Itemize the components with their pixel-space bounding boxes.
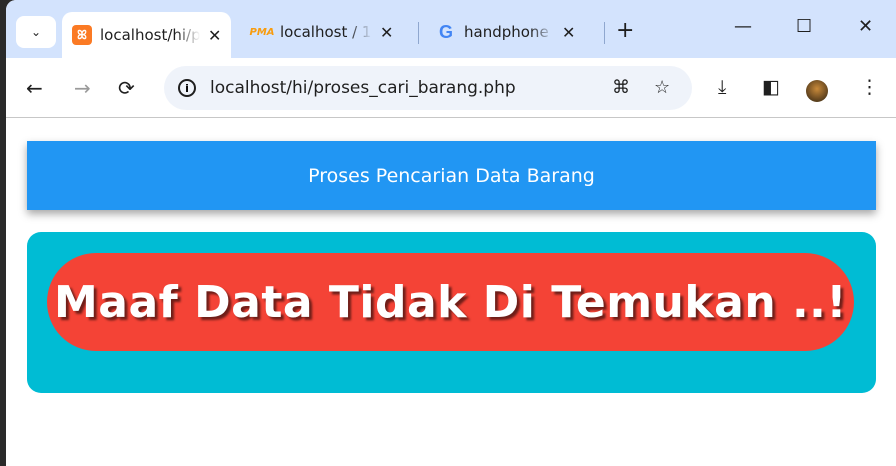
chevron-down-icon: ⌄ bbox=[30, 25, 42, 39]
close-tab-icon[interactable]: ✕ bbox=[562, 23, 575, 42]
bookmark-star-icon[interactable]: ☆ bbox=[654, 77, 670, 98]
forward-arrow-icon[interactable]: → bbox=[74, 76, 91, 100]
maximize-icon[interactable]: ☐ bbox=[796, 16, 812, 37]
tab-proses-cari-barang[interactable]: ꕤ localhost/hi/proses_cari_barang.php ✕ bbox=[62, 12, 232, 58]
minimize-icon[interactable]: — bbox=[734, 16, 752, 37]
close-tab-icon[interactable]: ✕ bbox=[208, 26, 221, 45]
tab-localhost-phpmyadmin[interactable]: PMA localhost / 127.0.0.1 ✕ bbox=[242, 12, 403, 52]
new-tab-icon[interactable]: + bbox=[616, 18, 634, 43]
tab-handphone-google[interactable]: G handphone - Google ✕ bbox=[426, 12, 585, 52]
back-arrow-icon[interactable]: ← bbox=[26, 76, 43, 100]
tab-separator bbox=[604, 22, 605, 44]
side-panel-icon[interactable]: ◧ bbox=[762, 76, 780, 98]
phpmyadmin-icon: PMA bbox=[249, 26, 275, 38]
alert-message: Maaf Data Tidak Di Temukan ..! bbox=[54, 276, 847, 328]
tab-title: localhost/hi/proses_cari_barang.php bbox=[100, 26, 200, 44]
tab-search-button[interactable]: ⌄ bbox=[16, 16, 56, 48]
profile-avatar[interactable] bbox=[806, 80, 828, 102]
browser-window: ⌄ ꕤ localhost/hi/proses_cari_barang.php … bbox=[6, 0, 896, 466]
close-tab-icon[interactable]: ✕ bbox=[380, 23, 393, 42]
reload-icon[interactable]: ⟳ bbox=[118, 76, 135, 100]
address-bar[interactable]: i localhost/hi/proses_cari_barang.php ⌘ … bbox=[164, 66, 692, 110]
menu-icon[interactable]: ⋮ bbox=[860, 76, 879, 98]
result-panel: Maaf Data Tidak Di Temukan ..! bbox=[27, 232, 876, 393]
download-icon[interactable]: ⤓ bbox=[718, 76, 726, 98]
window-close-icon[interactable]: ✕ bbox=[858, 16, 873, 37]
page-content: Proses Pencarian Data Barang Maaf Data T… bbox=[6, 119, 896, 466]
url-text[interactable]: localhost/hi/proses_cari_barang.php bbox=[210, 78, 516, 98]
tab-separator bbox=[418, 22, 419, 44]
page-title: Proses Pencarian Data Barang bbox=[308, 164, 595, 187]
page-header: Proses Pencarian Data Barang bbox=[27, 141, 876, 210]
translate-icon[interactable]: ⌘ bbox=[612, 77, 630, 98]
google-icon: G bbox=[438, 21, 453, 42]
not-found-alert: Maaf Data Tidak Di Temukan ..! bbox=[47, 253, 854, 351]
tab-title: localhost / 127.0.0.1 bbox=[280, 23, 372, 41]
tab-title: handphone - Google bbox=[464, 23, 554, 41]
tab-strip: ⌄ ꕤ localhost/hi/proses_cari_barang.php … bbox=[6, 0, 896, 58]
site-info-icon[interactable]: i bbox=[178, 79, 196, 97]
xampp-icon: ꕤ bbox=[72, 25, 92, 45]
